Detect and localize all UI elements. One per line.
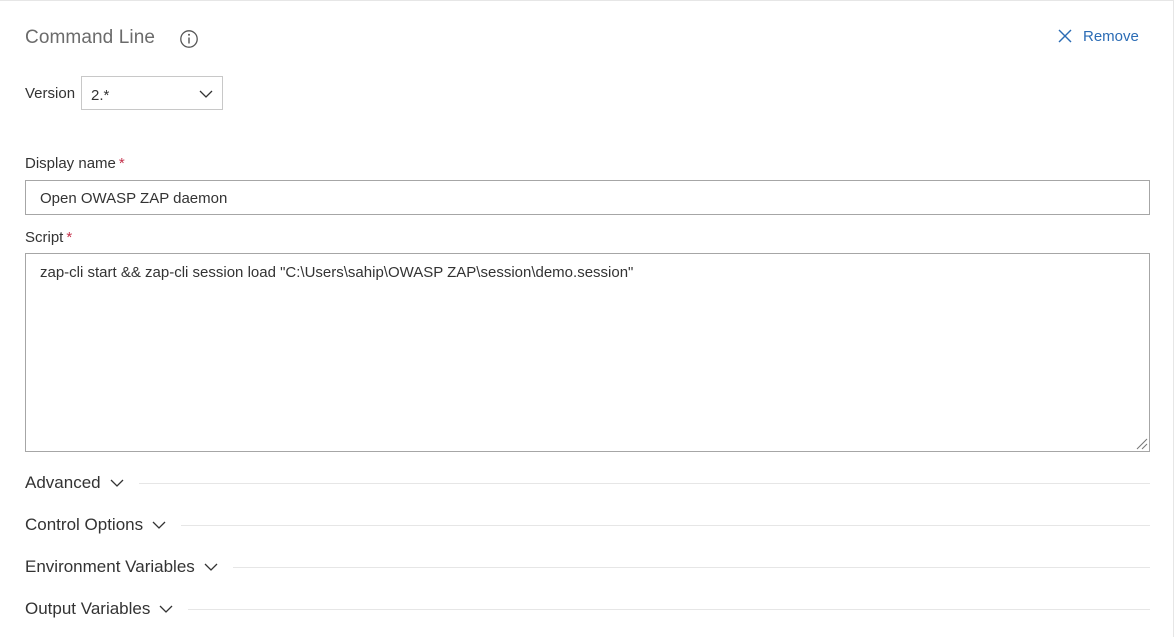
section-label: Control Options [25, 515, 144, 534]
section-output-variables[interactable]: Output Variables [25, 596, 1150, 622]
divider [181, 524, 1150, 526]
section-advanced[interactable]: Advanced [25, 470, 1150, 496]
version-value: 2.* [91, 87, 110, 104]
divider [188, 608, 1150, 610]
script-textarea[interactable]: zap-cli start && zap-cli session load "C… [25, 253, 1150, 452]
close-icon [1058, 29, 1072, 43]
chevron-down-icon [159, 605, 173, 613]
section-label: Advanced [25, 473, 101, 492]
top-border [0, 0, 1174, 1]
display-name-value: Open OWASP ZAP daemon [40, 190, 228, 207]
resize-grip-icon[interactable] [1136, 438, 1148, 450]
chevron-down-icon [110, 479, 124, 487]
remove-button[interactable]: Remove [1057, 25, 1139, 47]
section-label: Output Variables [25, 599, 151, 618]
section-environment-variables[interactable]: Environment Variables [25, 554, 1150, 580]
script-value: zap-cli start && zap-cli session load "C… [40, 264, 634, 281]
chevron-down-icon [199, 90, 213, 98]
script-label: Script * [25, 229, 73, 246]
chevron-down-icon [204, 563, 218, 571]
version-dropdown[interactable]: 2.* [81, 76, 223, 110]
section-control-options[interactable]: Control Options [25, 512, 1150, 538]
remove-label: Remove [1083, 27, 1139, 45]
task-title: Command Line [25, 27, 156, 48]
chevron-down-icon [152, 521, 166, 529]
display-name-input[interactable]: Open OWASP ZAP daemon [25, 180, 1150, 215]
section-label: Environment Variables [25, 557, 195, 576]
info-circle-icon[interactable] [179, 29, 199, 49]
divider [232, 566, 1150, 568]
required-marker: * [118, 155, 125, 172]
display-name-label: Display name * [25, 155, 125, 172]
version-label: Version [25, 85, 76, 102]
divider [138, 482, 1150, 484]
required-marker: * [66, 229, 73, 246]
